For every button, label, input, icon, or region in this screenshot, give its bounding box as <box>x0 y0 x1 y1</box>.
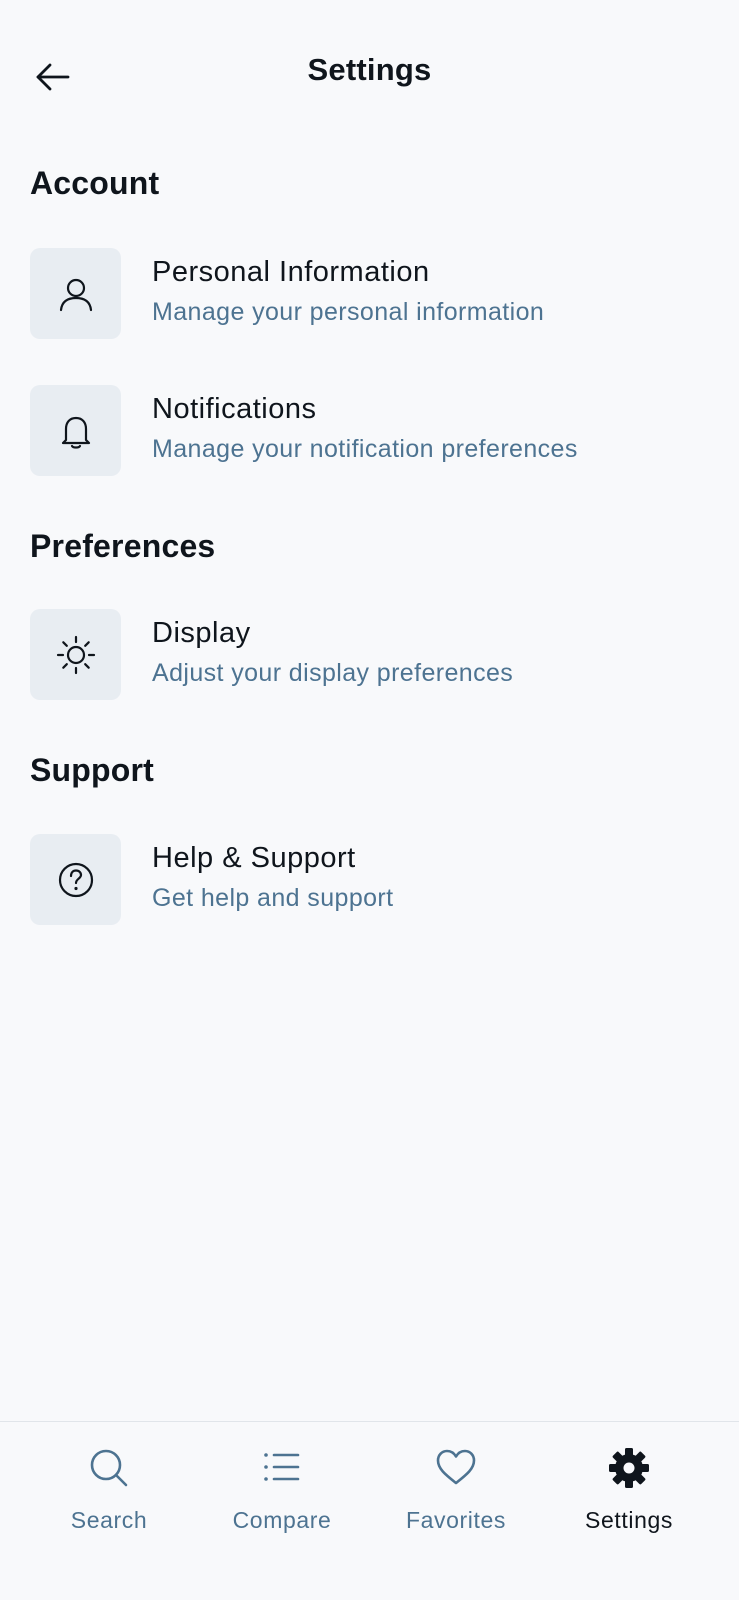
question-circle-icon <box>58 862 93 897</box>
item-title: Personal Information <box>152 256 430 288</box>
tab-compare[interactable]: Compare <box>202 1422 362 1600</box>
tab-label: Settings <box>585 1507 673 1533</box>
tab-label: Compare <box>232 1507 332 1533</box>
tab-label: Search <box>70 1507 148 1533</box>
tab-favorites[interactable]: Favorites <box>376 1422 536 1600</box>
settings-item-personal-information[interactable]: Personal Information Manage your persona… <box>30 248 710 340</box>
gear-icon <box>609 1448 649 1488</box>
heart-icon <box>436 1449 476 1485</box>
item-subtitle: Manage your notification preferences <box>152 435 578 463</box>
display-icon-tile <box>30 609 121 700</box>
item-subtitle: Get help and support <box>152 884 394 912</box>
notifications-icon-tile <box>30 385 121 476</box>
item-title: Help & Support <box>152 842 356 874</box>
page-title: Settings <box>307 52 432 87</box>
item-subtitle: Manage your personal information <box>152 298 545 326</box>
section-title-account: Account <box>30 165 160 201</box>
settings-item-display[interactable]: Display Adjust your display preferences <box>30 609 710 701</box>
list-icon <box>264 1453 300 1481</box>
section-title-preferences: Preferences <box>30 528 216 564</box>
tab-search[interactable]: Search <box>29 1422 189 1600</box>
section-title-support: Support <box>30 752 155 788</box>
item-subtitle: Adjust your display preferences <box>152 659 514 687</box>
user-icon <box>59 278 92 311</box>
tab-label: Favorites <box>406 1507 506 1533</box>
settings-item-notifications[interactable]: Notifications Manage your notification p… <box>30 385 710 477</box>
bell-icon <box>61 416 90 449</box>
help-support-icon-tile <box>30 834 121 925</box>
item-title: Notifications <box>152 393 317 425</box>
settings-item-help-support[interactable]: Help & Support Get help and support <box>30 834 710 926</box>
personal-information-icon-tile <box>30 248 121 339</box>
sun-icon <box>56 635 95 674</box>
item-title: Display <box>152 617 251 649</box>
tab-settings[interactable]: Settings <box>549 1422 709 1600</box>
bottom-tab-bar: Search Compare Favorites Settings <box>0 1421 739 1600</box>
top-app-bar: Settings <box>0 0 739 150</box>
search-icon <box>90 1449 128 1487</box>
